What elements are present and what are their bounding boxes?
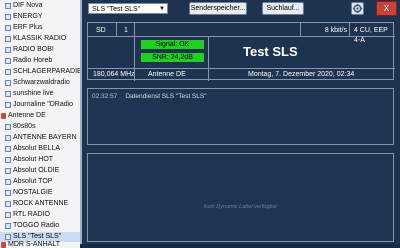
service-type: SD — [96, 27, 106, 34]
radio-station-icon — [5, 135, 11, 141]
radio-station-icon — [5, 124, 11, 130]
log-entry: 02:32:57 Datendienst SLS "Test SLS" — [92, 93, 207, 100]
station-label: Schwarzwaldradio — [13, 79, 70, 86]
station-item[interactable]: Schwarzwaldradio — [0, 78, 80, 88]
radio-station-icon — [5, 223, 11, 229]
station-label: ENERGY — [13, 13, 43, 20]
ensemble-name: Antenne DE — [148, 71, 186, 78]
radio-station-icon — [5, 91, 11, 97]
station-item[interactable]: Journaline "DRadio — [0, 100, 80, 110]
station-item[interactable]: ENERGY — [0, 12, 80, 22]
radio-station-icon — [5, 58, 11, 64]
station-item[interactable]: SCHLAGERPARADIES — [0, 67, 80, 77]
station-label: sunshine live — [13, 90, 54, 97]
station-label: ANTENNE BAYERN — [13, 134, 77, 141]
station-select[interactable]: SLS "Test SLS" ▼ — [88, 3, 168, 14]
status-strip — [80, 244, 400, 248]
frequency: 180,064 MHz — [93, 71, 135, 78]
event-log: 02:32:57 Datendienst SLS "Test SLS" — [87, 88, 394, 145]
station-label: Absolut OLDIE — [13, 167, 60, 174]
signal-status: Signal: OK — [141, 40, 204, 49]
station-label: TOGGO Radio — [13, 222, 60, 229]
station-name: Test SLS — [243, 44, 298, 59]
radio-station-icon — [5, 47, 11, 53]
station-item[interactable]: RADIO BOB! — [0, 45, 80, 55]
station-info-panel: SD 1 8 kbit/s 4 CU, EEP 4-A Signal: OK S… — [87, 22, 395, 81]
station-label: SCHLAGERPARADIES — [13, 68, 80, 75]
ensemble-icon — [1, 242, 7, 248]
station-item[interactable]: DIF Nova — [0, 1, 80, 11]
ensemble-icon — [1, 113, 7, 119]
close-button[interactable]: X — [376, 1, 397, 16]
ensemble-group[interactable]: MDR S-ANHALT — [0, 240, 80, 248]
chevron-down-icon: ▼ — [159, 6, 165, 12]
radio-station-icon — [5, 3, 11, 9]
log-message: Datendienst SLS "Test SLS" — [125, 93, 207, 100]
station-label: RADIO BOB! — [13, 46, 54, 53]
station-label: Absolut BELLA — [13, 145, 61, 152]
log-time: 02:32:57 — [92, 93, 118, 100]
radio-station-icon — [5, 102, 11, 108]
radio-station-icon — [5, 146, 11, 152]
station-list[interactable]: DIF Nova ENERGY ERF Plus KLASSIK RADIO R… — [0, 0, 80, 248]
station-label: 80s80s — [13, 123, 36, 130]
dynamic-label-panel: Kein Dynamic Label verfügbar — [87, 153, 394, 242]
station-memory-button[interactable]: Senderspeicher... — [189, 2, 247, 15]
dynamic-label-placeholder: Kein Dynamic Label verfügbar — [203, 204, 278, 210]
station-item[interactable]: Radio Horeb — [0, 56, 80, 66]
station-label: Absolut TOP — [13, 178, 53, 185]
station-item[interactable]: Absolut BELLA — [0, 144, 80, 154]
station-item[interactable]: Absolut HOT — [0, 155, 80, 165]
station-label: Radio Horeb — [13, 57, 53, 64]
station-item[interactable]: ERF Plus — [0, 23, 80, 33]
radio-station-icon — [5, 157, 11, 163]
settings-button[interactable] — [351, 2, 364, 15]
station-item[interactable]: Absolut TOP — [0, 177, 80, 187]
station-label: DIF Nova — [13, 2, 43, 9]
radio-station-icon — [5, 168, 11, 174]
ensemble-label: MDR S-ANHALT — [8, 241, 60, 248]
snr-value: SNR: 24,2dB — [141, 53, 204, 62]
radio-station-icon — [5, 25, 11, 31]
radio-station-icon — [5, 179, 11, 185]
station-select-value: SLS "Test SLS" — [92, 6, 141, 13]
station-label: ERF Plus — [13, 24, 43, 31]
station-label: Journaline "DRadio — [13, 101, 74, 108]
station-item[interactable]: TOGGO Radio — [0, 221, 80, 231]
station-item[interactable]: RTL RADIO — [0, 210, 80, 220]
splitter[interactable] — [80, 0, 82, 248]
station-item[interactable]: 80s80s — [0, 122, 80, 132]
radio-station-icon — [5, 201, 11, 207]
radio-station-icon — [5, 36, 11, 42]
station-label: Absolut HOT — [13, 156, 54, 163]
station-item[interactable]: ROCK ANTENNE — [0, 199, 80, 209]
radio-station-icon — [5, 212, 11, 218]
radio-station-icon — [5, 190, 11, 196]
station-label: ROCK ANTENNE — [13, 200, 69, 207]
scan-button[interactable]: Suchlauf... — [262, 2, 304, 15]
ensemble-group[interactable]: Antenne DE — [0, 111, 80, 121]
radio-station-icon — [5, 69, 11, 75]
radio-station-icon — [5, 80, 11, 86]
gear-icon — [352, 3, 363, 14]
service-index: 1 — [124, 27, 128, 34]
date-time: Montag, 7. Dezember 2020, 02:34 — [248, 71, 355, 78]
station-label: NOSTALGIE — [13, 189, 53, 196]
station-item[interactable]: NOSTALGIE — [0, 188, 80, 198]
station-label: RTL RADIO — [13, 211, 50, 218]
ensemble-label: Antenne DE — [8, 112, 46, 119]
station-label: KLASSIK RADIO — [13, 35, 67, 42]
bitrate: 8 kbit/s — [324, 27, 347, 34]
station-item[interactable]: ANTENNE BAYERN — [0, 133, 80, 143]
station-item[interactable]: sunshine live — [0, 89, 80, 99]
station-item[interactable]: Absolut OLDIE — [0, 166, 80, 176]
radio-station-icon — [5, 14, 11, 20]
station-item[interactable]: KLASSIK RADIO — [0, 34, 80, 44]
